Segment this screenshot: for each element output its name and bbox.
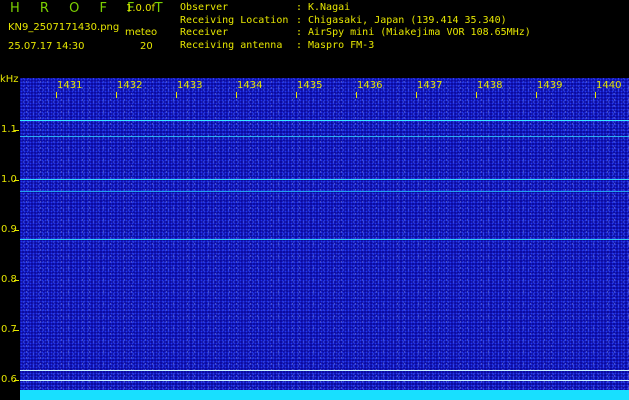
- x-tick: [536, 92, 537, 98]
- datetime-label: 25.07.17 14:30: [8, 41, 85, 52]
- info-row-observer: Observer: K.Nagai: [180, 2, 531, 15]
- filename-label: KN9_2507171430.png: [8, 22, 120, 33]
- version-label: 1.0.0f: [126, 3, 155, 14]
- signal-line: [20, 370, 629, 371]
- x-tick-label: 1435: [297, 80, 323, 91]
- info-row-antenna: Receiving antenna: Maspro FM-3: [180, 40, 531, 53]
- station-info: Observer: K.Nagai Receiving Location: Chig…: [180, 2, 531, 52]
- y-tick: [14, 180, 19, 181]
- x-tick-label: 1437: [417, 80, 443, 91]
- info-label: Receiver: [180, 27, 229, 38]
- info-separator: :: [296, 27, 303, 38]
- x-tick: [236, 92, 237, 98]
- x-tick: [176, 92, 177, 98]
- signal-line: [20, 380, 629, 381]
- header-panel: H R O F F T 1.0.0f KN9_2507171430.png me…: [0, 0, 629, 75]
- signal-line: [20, 239, 629, 240]
- y-tick: [14, 380, 19, 381]
- x-tick-label: 1438: [477, 80, 503, 91]
- signal-line: [20, 120, 629, 121]
- x-tick-label: 1434: [237, 80, 263, 91]
- info-value: Chigasaki, Japan (139.414 35.340): [308, 14, 507, 26]
- info-value: Maspro FM-3: [308, 39, 375, 51]
- y-tick: [14, 330, 19, 331]
- y-tick: [14, 130, 19, 131]
- info-label: Receiving antenna: [180, 39, 283, 51]
- spectrogram-bottom-band: [20, 390, 629, 400]
- x-tick: [116, 92, 117, 98]
- x-tick-label: 1432: [117, 80, 143, 91]
- x-tick: [595, 92, 596, 98]
- x-tick: [476, 92, 477, 98]
- y-tick: [14, 280, 19, 281]
- x-tick-label: 1433: [177, 80, 203, 91]
- info-value: K.Nagai: [308, 2, 351, 13]
- x-tick-label: 1440: [596, 80, 622, 91]
- y-axis-unit: kHz: [0, 74, 19, 85]
- x-tick-label: 1439: [537, 80, 563, 91]
- x-tick-label: 1431: [57, 80, 83, 91]
- signal-line: [20, 136, 629, 137]
- signal-line: [20, 191, 629, 192]
- x-tick: [56, 92, 57, 98]
- signal-line: [20, 179, 629, 180]
- meteo-label: meteo: [125, 27, 158, 38]
- info-label: Receiving Location: [180, 14, 289, 26]
- y-tick: [14, 230, 19, 231]
- info-separator: :: [296, 14, 303, 26]
- info-separator: :: [296, 2, 303, 13]
- info-value: AirSpy mini (Miakejima VOR 108.65MHz): [308, 27, 531, 38]
- info-row-location: Receiving Location: Chigasaki, Japan (139…: [180, 15, 531, 28]
- count-label: 20: [140, 41, 153, 52]
- info-row-receiver: Receiver: AirSpy mini (Miakejima VOR 108.…: [180, 27, 531, 40]
- x-tick-label: 1436: [357, 80, 383, 91]
- info-label: Observer: [180, 2, 229, 13]
- x-tick: [296, 92, 297, 98]
- x-tick: [416, 92, 417, 98]
- x-tick: [356, 92, 357, 98]
- info-separator: :: [296, 39, 303, 51]
